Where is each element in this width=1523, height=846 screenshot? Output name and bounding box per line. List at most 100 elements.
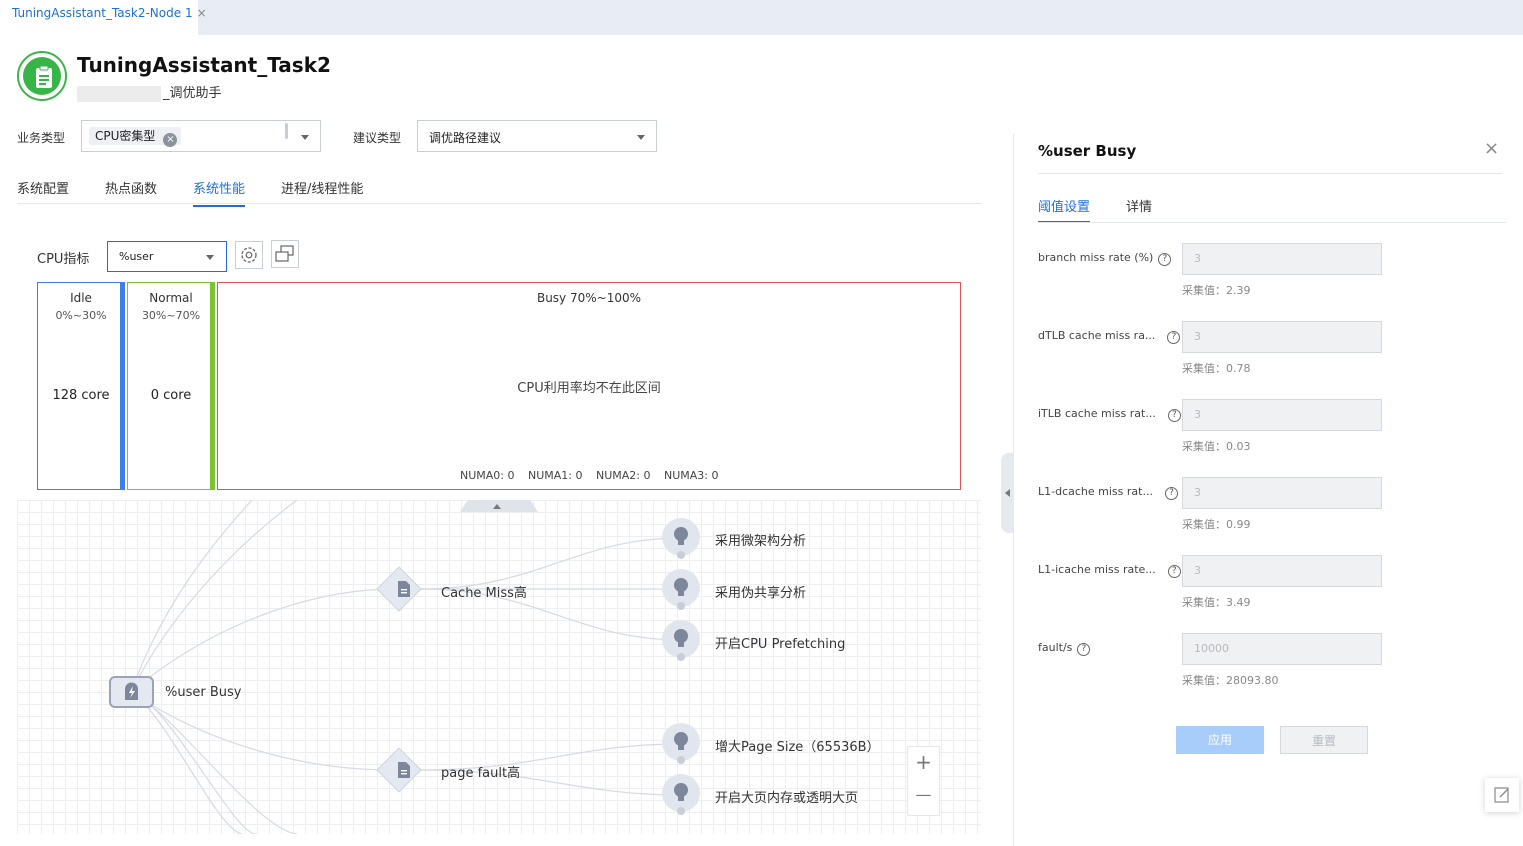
help-icon[interactable]: ?	[1167, 409, 1181, 422]
suggestion-label: 采用伪共享分析	[715, 586, 807, 601]
scrollbar[interactable]	[285, 123, 288, 139]
l1i-input[interactable]: 3	[1182, 555, 1382, 587]
field-label-text: L1-dcache miss rat...	[1038, 485, 1153, 498]
field-label-branch-miss: branch miss rate (%)?	[1038, 251, 1172, 266]
business-type-select[interactable]: CPU密集型 ×	[81, 120, 321, 152]
tab-threshold-settings[interactable]: 阈值设置	[1038, 196, 1091, 223]
numa-0: NUMA0: 0	[460, 469, 515, 482]
root-node[interactable]	[109, 676, 154, 708]
chevron-up-icon	[493, 504, 501, 509]
settings-button[interactable]	[235, 241, 263, 269]
l1i-collected: 采集值：3.49	[1182, 596, 1251, 609]
dtlb-input[interactable]: 3	[1182, 321, 1382, 353]
suggestion-label: 开启大页内存或透明大页	[715, 791, 859, 806]
zoom-controls: + —	[907, 746, 940, 816]
window-tab-bar: TuningAssistant_Task2-Node 1 ×	[0, 0, 1523, 35]
itlb-collected: 采集值：0.03	[1182, 440, 1251, 453]
zone-idle[interactable]: Idle 0%~30% 128 core	[37, 282, 124, 490]
chip-label: CPU密集型	[95, 129, 156, 143]
compare-button[interactable]	[271, 240, 299, 268]
suggestion-label: 采用微架构分析	[715, 534, 807, 549]
chevron-down-icon	[301, 135, 309, 140]
graph-edges	[130, 500, 682, 834]
page-subtitle: _调优助手	[77, 82, 222, 102]
redacted-block	[77, 85, 161, 102]
close-icon[interactable]: ×	[197, 6, 207, 20]
help-icon[interactable]: ?	[1158, 253, 1172, 266]
document-icon	[398, 762, 410, 778]
l1d-collected: 采集值：0.99	[1182, 518, 1251, 531]
field-label-itlb: iTLB cache miss rat...?	[1038, 407, 1181, 422]
tab-system-config[interactable]: 系统配置	[17, 178, 69, 205]
chevron-down-icon	[206, 255, 214, 260]
tab-hot-functions[interactable]: 热点函数	[105, 178, 157, 205]
panel-divider	[1038, 173, 1502, 174]
zone-idle-range: 0%~30%	[55, 309, 107, 322]
field-label-l1d: L1-dcache miss rat...?	[1038, 485, 1178, 500]
branch-miss-input[interactable]: 3	[1182, 243, 1382, 275]
zone-normal-count: 0 core	[150, 388, 192, 403]
help-icon[interactable]: ?	[1077, 643, 1091, 656]
zoom-out-button[interactable]: —	[908, 785, 939, 804]
cpu-metric-select[interactable]: %user	[107, 241, 227, 272]
suggestion-label: 开启CPU Prefetching	[715, 637, 846, 652]
panel-title: %user Busy	[1038, 142, 1137, 160]
clear-icon[interactable]: ×	[163, 133, 178, 147]
reset-button[interactable]: 重置	[1280, 726, 1368, 754]
business-type-label: 业务类型	[17, 131, 66, 145]
zone-busy-name: Busy 70%~100%	[536, 291, 642, 305]
node-port	[677, 551, 685, 559]
zone-idle-bar	[120, 282, 125, 490]
field-label-text: iTLB cache miss rat...	[1038, 407, 1156, 420]
zone-normal-range: 30%~70%	[141, 309, 201, 322]
zone-idle-count: 128 core	[52, 388, 110, 403]
zone-normal[interactable]: Normal 30%~70% 0 core	[127, 282, 214, 490]
help-icon[interactable]: ?	[1167, 565, 1181, 578]
chevron-left-icon	[1005, 489, 1010, 497]
zone-busy-message: CPU利用率均不在此区间	[517, 381, 661, 396]
node-port	[677, 653, 685, 661]
suggest-type-select[interactable]: 调优路径建议	[417, 120, 657, 152]
tab-label: TuningAssistant_Task2-Node 1	[12, 6, 193, 20]
zone-normal-name: Normal	[149, 291, 193, 305]
edit-icon	[1494, 787, 1509, 803]
numa-1: NUMA1: 0	[528, 469, 583, 482]
business-type-chip[interactable]: CPU密集型 ×	[89, 127, 182, 147]
root-node-label: %user Busy	[165, 685, 242, 700]
panel-tabs-divider	[1038, 222, 1506, 223]
gear-icon	[241, 247, 257, 263]
tuning-path-graph[interactable]: %user Busy Cache Miss高 page fault高 采用微架构…	[17, 500, 981, 834]
field-label-text: dTLB cache miss ra...	[1038, 329, 1156, 342]
zone-busy[interactable]: Busy 70%~100% CPU利用率均不在此区间 NUMA0: 0 NUMA…	[217, 282, 961, 490]
itlb-input[interactable]: 3	[1182, 399, 1382, 431]
close-icon[interactable]: ×	[1484, 138, 1499, 159]
apply-button[interactable]: 应用	[1176, 726, 1264, 754]
numa-3: NUMA3: 0	[664, 469, 719, 482]
suggest-type-value: 调优路径建议	[429, 131, 502, 145]
subtitle-text: _调优助手	[163, 86, 222, 101]
detail-panel: %user Busy × 阈值设置 详情 branch miss rate (%…	[1013, 134, 1523, 846]
dtlb-collected: 采集值：0.78	[1182, 362, 1251, 375]
cpu-metric-value: %user	[119, 250, 154, 263]
tab-process-thread-performance[interactable]: 进程/线程性能	[281, 178, 363, 205]
zone-idle-name: Idle	[70, 291, 92, 305]
field-label-fault: fault/s?	[1038, 641, 1091, 656]
l1d-input[interactable]: 3	[1182, 477, 1382, 509]
tab-details[interactable]: 详情	[1126, 196, 1152, 221]
page-title: TuningAssistant_Task2	[77, 53, 331, 77]
field-label-text: L1-icache miss rate...	[1038, 563, 1156, 576]
group-label-page-fault: page fault高	[441, 766, 521, 781]
help-icon[interactable]: ?	[1167, 331, 1181, 344]
fault-collected: 采集值：28093.80	[1182, 674, 1279, 687]
cpu-metric-label: CPU指标	[37, 252, 90, 267]
node-port	[677, 602, 685, 610]
fault-input[interactable]: 10000	[1182, 633, 1382, 665]
feedback-button[interactable]	[1485, 778, 1519, 812]
field-label-dtlb: dTLB cache miss ra...?	[1038, 329, 1181, 344]
tab-task2-node1[interactable]: TuningAssistant_Task2-Node 1 ×	[0, 0, 207, 35]
suggestion-label: 增大Page Size（65536B）	[715, 740, 880, 755]
zoom-in-button[interactable]: +	[908, 750, 939, 774]
help-icon[interactable]: ?	[1164, 487, 1178, 500]
node-port	[677, 756, 685, 764]
alert-icon	[125, 682, 138, 700]
